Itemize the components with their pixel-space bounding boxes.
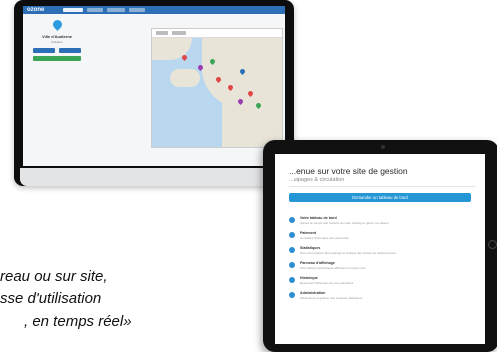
camera-icon [381,145,385,149]
feature-item[interactable]: Administration Paramètres et gestion des… [289,291,479,303]
clock-icon [289,277,295,283]
feature-desc: Suivez en temps réel l'activité de votre… [300,221,389,225]
map-tab[interactable] [156,31,168,35]
map-marker-icon[interactable] [180,53,189,62]
user-icon [289,247,295,253]
feature-title: Paiement [300,231,316,235]
desktop-screen: ozone Ville d'Audierne Finistère [23,6,285,166]
tag-icon [289,232,295,238]
desktop-monitor: ozone Ville d'Audierne Finistère [14,0,294,186]
request-dashboard-button[interactable]: Demander un tableau de bord [289,193,471,202]
feature-item[interactable]: Votre tableau de bord Suivez en temps ré… [289,216,479,228]
page-subtitle: ...uipages & circulation [289,177,345,183]
map-tabs [152,29,282,38]
feature-title: Votre tableau de bord [300,216,337,220]
feature-item[interactable]: Historique Retrouvez l'historique de vos… [289,276,479,288]
feature-title: Administration [300,291,326,295]
top-navbar: ozone [23,6,285,14]
divider [289,186,475,187]
feature-desc: Consultez l'historique des paiements [300,236,349,240]
map-pin-icon [289,217,295,223]
settings-icon [289,292,295,298]
monitor-chin [20,168,288,186]
feature-desc: Informations dynamiques affichées en tem… [300,266,366,270]
tagline-line-1: reau ou sur site, [0,268,108,285]
map-tab[interactable] [172,31,186,35]
feature-desc: Taux d'occupation des parkings et analys… [300,251,396,255]
secondary-button[interactable] [59,48,81,53]
tagline-line-2: sse d'utilisation [0,290,102,307]
feature-title: Statistiques [300,246,321,250]
tagline-line-3: , en temps réel» [24,313,132,330]
place-name: Ville d'Audierne [42,34,72,39]
nav-item[interactable] [107,8,125,12]
feature-item[interactable]: Paiement Consultez l'historique des paie… [289,231,479,243]
feature-item[interactable]: Panneau d'affichage Informations dynamiq… [289,261,479,273]
feature-item[interactable]: Statistiques Taux d'occupation des parki… [289,246,479,258]
home-button-icon [488,240,497,249]
feature-title: Panneau d'affichage [300,261,335,265]
location-pin-icon [51,18,64,31]
tablet-screen: ...enue sur votre site de gestion ...uip… [275,154,485,344]
feature-desc: Retrouvez l'historique de vos opérations [300,281,354,285]
nav-item[interactable] [129,8,145,12]
place-subtitle: Finistère [51,40,63,44]
feature-title: Historique [300,276,318,280]
place-summary: Ville d'Audierne Finistère [29,18,85,80]
nav-item-active[interactable] [63,8,83,12]
tablet-device: ...enue sur votre site de gestion ...uip… [263,140,497,352]
app-logo[interactable]: ozone [27,6,44,14]
action-button[interactable] [33,56,81,61]
map-land [170,69,200,87]
feature-desc: Paramètres et gestion des comptes utilis… [300,296,363,300]
primary-button[interactable] [33,48,55,53]
map-view[interactable] [151,28,283,148]
page-title: ...enue sur votre site de gestion [289,166,408,176]
monitor-icon [289,262,295,268]
nav-item[interactable] [87,8,103,12]
